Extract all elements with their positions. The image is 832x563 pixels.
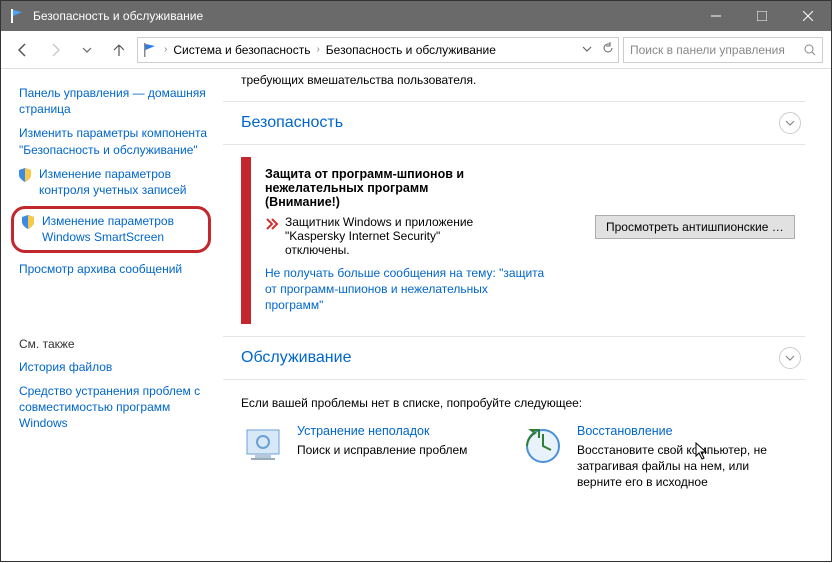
flag-icon [142, 42, 158, 58]
close-button[interactable] [785, 1, 831, 31]
maintenance-header-label: Обслуживание [241, 349, 779, 367]
up-button[interactable] [105, 36, 133, 64]
recovery-tool[interactable]: Восстановление Восстановите свой компьют… [521, 424, 771, 491]
shield-icon [17, 167, 33, 183]
try-following-text: Если вашей проблемы нет в списке, попроб… [241, 396, 805, 410]
breadcrumb-level1[interactable]: Система и безопасность [173, 43, 310, 57]
sidebar-change-component-link[interactable]: Изменить параметры компонента "Безопасно… [19, 125, 211, 157]
search-input[interactable]: Поиск в панели управления [623, 37, 823, 63]
view-antispyware-button[interactable]: Просмотреть антишпионские прил… [595, 215, 795, 239]
security-panel-header[interactable]: Безопасность [223, 101, 805, 145]
alert-dismiss-link[interactable]: Не получать больше сообщения на тему: "з… [265, 265, 545, 314]
titlebar: Безопасность и обслуживание [1, 1, 831, 31]
troubleshoot-link[interactable]: Устранение неполадок [297, 424, 467, 438]
search-icon [804, 44, 816, 56]
chevron-down-icon[interactable] [779, 112, 801, 134]
sidebar-compat-tool-link[interactable]: Средство устранения проблем с совместимо… [19, 383, 211, 432]
sidebar-item-smartscreen[interactable]: Изменение параметров Windows SmartScreen [11, 206, 211, 252]
tools-row: Устранение неполадок Поиск и исправление… [241, 424, 805, 491]
alert-heading: Защита от программ-шпионов и нежелательн… [265, 167, 795, 209]
chevron-down-icon[interactable] [779, 347, 801, 369]
recovery-desc: Восстановите свой компьютер, не затрагив… [577, 442, 771, 491]
recovery-icon [521, 424, 565, 468]
troubleshoot-desc: Поиск и исправление проблем [297, 442, 467, 458]
security-header-label: Безопасность [241, 114, 779, 132]
intro-text: требующих вмешательства пользователя. [241, 73, 805, 87]
sidebar-home-link[interactable]: Панель управления — домашняя страница [19, 85, 211, 117]
chevron-right-icon: › [316, 44, 319, 55]
main-panel: требующих вмешательства пользователя. Бе… [223, 69, 831, 563]
security-flag-icon [9, 8, 25, 24]
troubleshoot-tool[interactable]: Устранение неполадок Поиск и исправление… [241, 424, 491, 491]
maximize-button[interactable] [739, 1, 785, 31]
breadcrumb-level2[interactable]: Безопасность и обслуживание [326, 43, 496, 57]
forward-button[interactable] [41, 36, 69, 64]
kaspersky-icon [265, 217, 279, 231]
refresh-button[interactable] [602, 42, 614, 57]
recovery-link[interactable]: Восстановление [577, 424, 771, 438]
sidebar-archive-link[interactable]: Просмотр архива сообщений [19, 261, 211, 277]
sidebar: Панель управления — домашняя страница Из… [1, 69, 223, 563]
navbar: › Система и безопасность › Безопасность … [1, 31, 831, 69]
see-also-label: См. также [19, 337, 211, 351]
search-placeholder: Поиск в панели управления [630, 43, 785, 57]
sidebar-item-uac[interactable]: Изменение параметров контроля учетных за… [19, 166, 211, 198]
troubleshoot-icon [241, 424, 285, 468]
shield-icon [20, 214, 36, 230]
address-dropdown[interactable] [582, 43, 592, 57]
spyware-alert: Защита от программ-шпионов и нежелательн… [241, 157, 805, 324]
chevron-right-icon: › [164, 44, 167, 55]
sidebar-uac-link[interactable]: Изменение параметров контроля учетных за… [39, 166, 211, 198]
window-title: Безопасность и обслуживание [33, 9, 693, 23]
sidebar-file-history-link[interactable]: История файлов [19, 359, 211, 375]
alert-message: Защитник Windows и приложение "Kaspersky… [265, 215, 587, 257]
sidebar-smartscreen-link[interactable]: Изменение параметров Windows SmartScreen [42, 213, 200, 245]
back-button[interactable] [9, 36, 37, 64]
address-bar[interactable]: › Система и безопасность › Безопасность … [137, 37, 619, 63]
content-area: Панель управления — домашняя страница Из… [1, 69, 831, 563]
alert-severity-bar [241, 157, 251, 324]
minimize-button[interactable] [693, 1, 739, 31]
recent-dropdown[interactable] [73, 36, 101, 64]
maintenance-panel-header[interactable]: Обслуживание [223, 336, 805, 380]
